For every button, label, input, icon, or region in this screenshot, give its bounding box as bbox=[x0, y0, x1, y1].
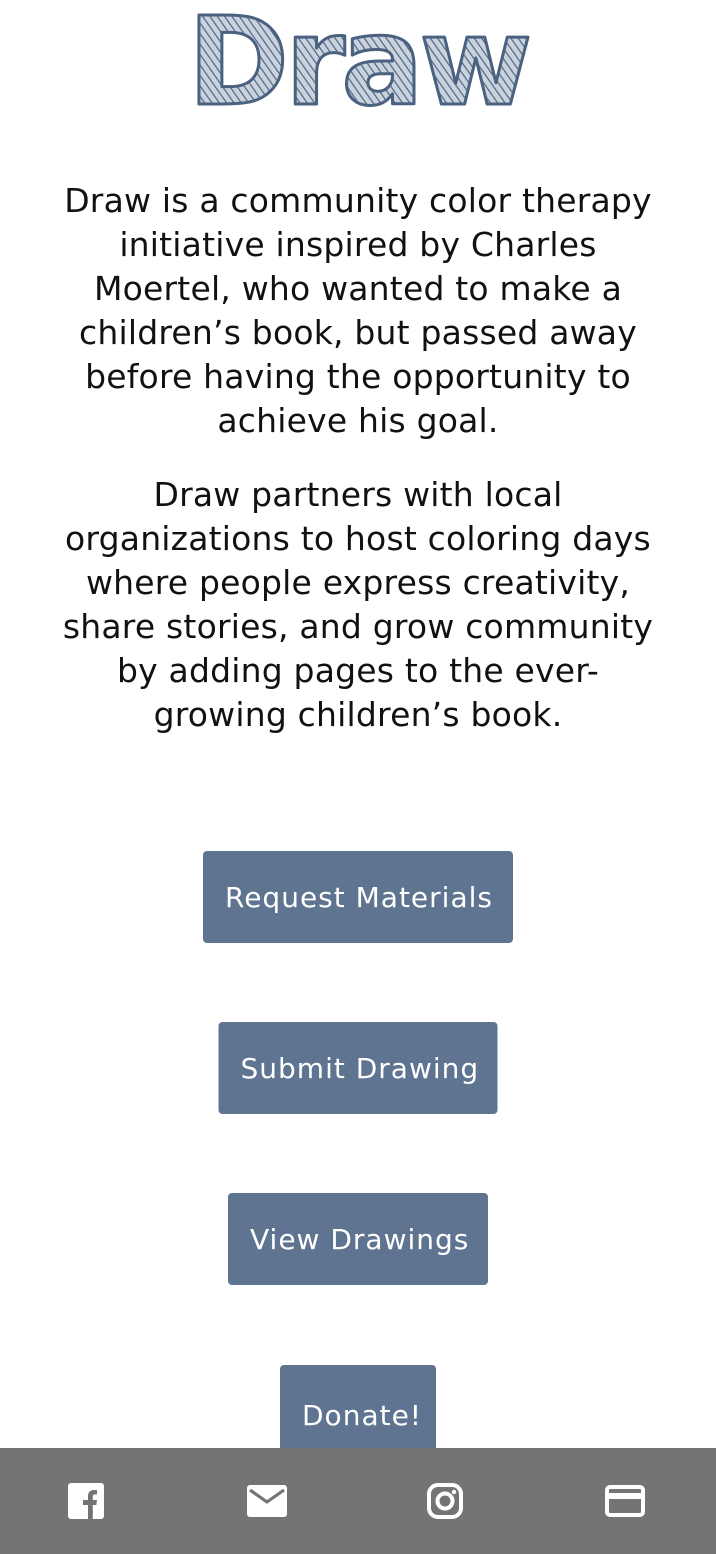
mail-icon[interactable] bbox=[245, 1481, 289, 1521]
request-materials-button[interactable]: Request Materials bbox=[203, 851, 513, 943]
footer-bar bbox=[0, 1448, 716, 1554]
draw-logo: Draw bbox=[186, 0, 534, 120]
facebook-icon[interactable] bbox=[64, 1481, 108, 1521]
about-paragraph-2: Draw partners with local organizations t… bbox=[62, 475, 654, 734]
logo-text: Draw bbox=[188, 0, 529, 120]
instagram-icon[interactable] bbox=[423, 1481, 467, 1521]
view-drawings-button[interactable]: View Drawings bbox=[228, 1193, 488, 1285]
credit-card-icon[interactable] bbox=[603, 1481, 647, 1521]
submit-drawing-button[interactable]: Submit Drawing bbox=[218, 1022, 498, 1114]
about-paragraph-1: Draw is a community color therapy initia… bbox=[64, 181, 652, 440]
